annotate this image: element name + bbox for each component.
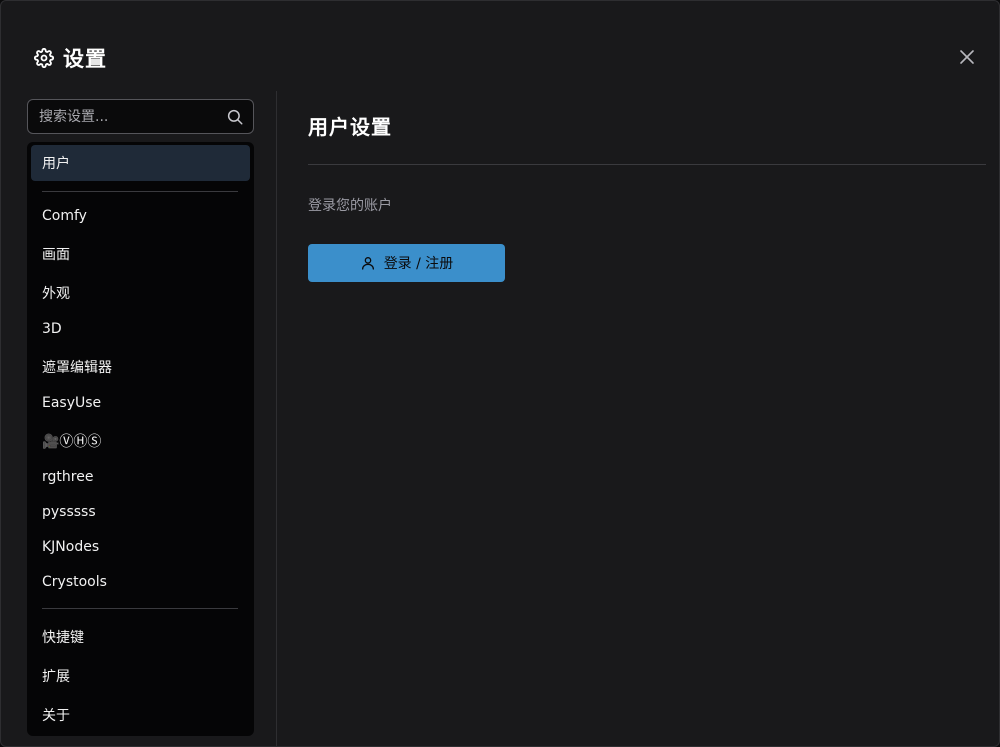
sidebar-divider [42,608,238,609]
sidebar-item-comfy[interactable]: Comfy [31,198,250,234]
sidebar-item-label: 用户 [42,156,70,172]
login-description: 登录您的账户 [308,198,392,214]
sidebar-item-about[interactable]: 关于 [31,697,250,733]
sidebar-item-appearance[interactable]: 外观 [31,275,250,311]
user-icon [360,255,376,271]
search-box [27,99,254,134]
sidebar-item-label: Crystools [42,574,107,590]
settings-menu: 用户 Comfy 画面 外观 3D 遮罩编辑器 EasyUse 🎥ⓋⒽⓈ rgt… [27,142,254,736]
sidebar-item-easyuse[interactable]: EasyUse [31,385,250,421]
login-button-label: 登录 / 注册 [383,256,454,272]
login-signup-button[interactable]: 登录 / 注册 [308,244,505,282]
close-button[interactable] [955,45,979,69]
sidebar-item-label: 关于 [42,708,70,724]
sidebar-item-keybindings[interactable]: 快捷键 [31,619,250,655]
sidebar-item-label: 扩展 [42,669,70,685]
settings-sidebar: 用户 Comfy 画面 外观 3D 遮罩编辑器 EasyUse 🎥ⓋⒽⓈ [27,99,254,739]
sidebar-item-label: rgthree [42,469,94,485]
dialog-header: 设置 [33,43,107,73]
panel-separator [276,91,277,746]
sidebar-item-canvas[interactable]: 画面 [31,236,250,272]
sidebar-item-label: 3D [42,321,62,337]
sidebar-divider [42,191,238,192]
sidebar-item-label: 快捷键 [42,630,84,646]
gear-icon [33,47,55,69]
sidebar-item-label: Comfy [42,208,87,224]
sidebar-item-rgthree[interactable]: rgthree [31,459,250,495]
sidebar-item-crystools[interactable]: Crystools [31,564,250,600]
search-icon [227,109,243,125]
sidebar-item-pysssss[interactable]: pysssss [31,494,250,530]
sidebar-item-label: EasyUse [42,395,102,411]
close-icon [960,50,974,64]
title-divider [308,164,986,165]
sidebar-item-mask-editor[interactable]: 遮罩编辑器 [31,349,250,385]
sidebar-item-label: 画面 [42,247,70,263]
sidebar-item-label: KJNodes [42,539,100,555]
sidebar-item-label: pysssss [42,504,96,520]
sidebar-item-label: 外观 [42,286,70,302]
settings-content: 用户设置 登录您的账户 登录 / 注册 [308,111,988,282]
page-title: 用户设置 [308,115,392,139]
sidebar-item-label: 🎥ⓋⒽⓈ [42,434,102,450]
sidebar-item-label: 遮罩编辑器 [42,360,112,376]
search-input[interactable] [28,100,218,133]
settings-dialog: 设置 用户 Comfy 画面 外观 [0,0,1000,747]
sidebar-item-extensions[interactable]: 扩展 [31,658,250,694]
sidebar-item-kjnodes[interactable]: KJNodes [31,529,250,565]
sidebar-item-3d[interactable]: 3D [31,311,250,347]
dialog-title: 设置 [63,47,107,71]
sidebar-item-user[interactable]: 用户 [31,145,250,181]
sidebar-item-vhs[interactable]: 🎥ⓋⒽⓈ [31,423,250,459]
